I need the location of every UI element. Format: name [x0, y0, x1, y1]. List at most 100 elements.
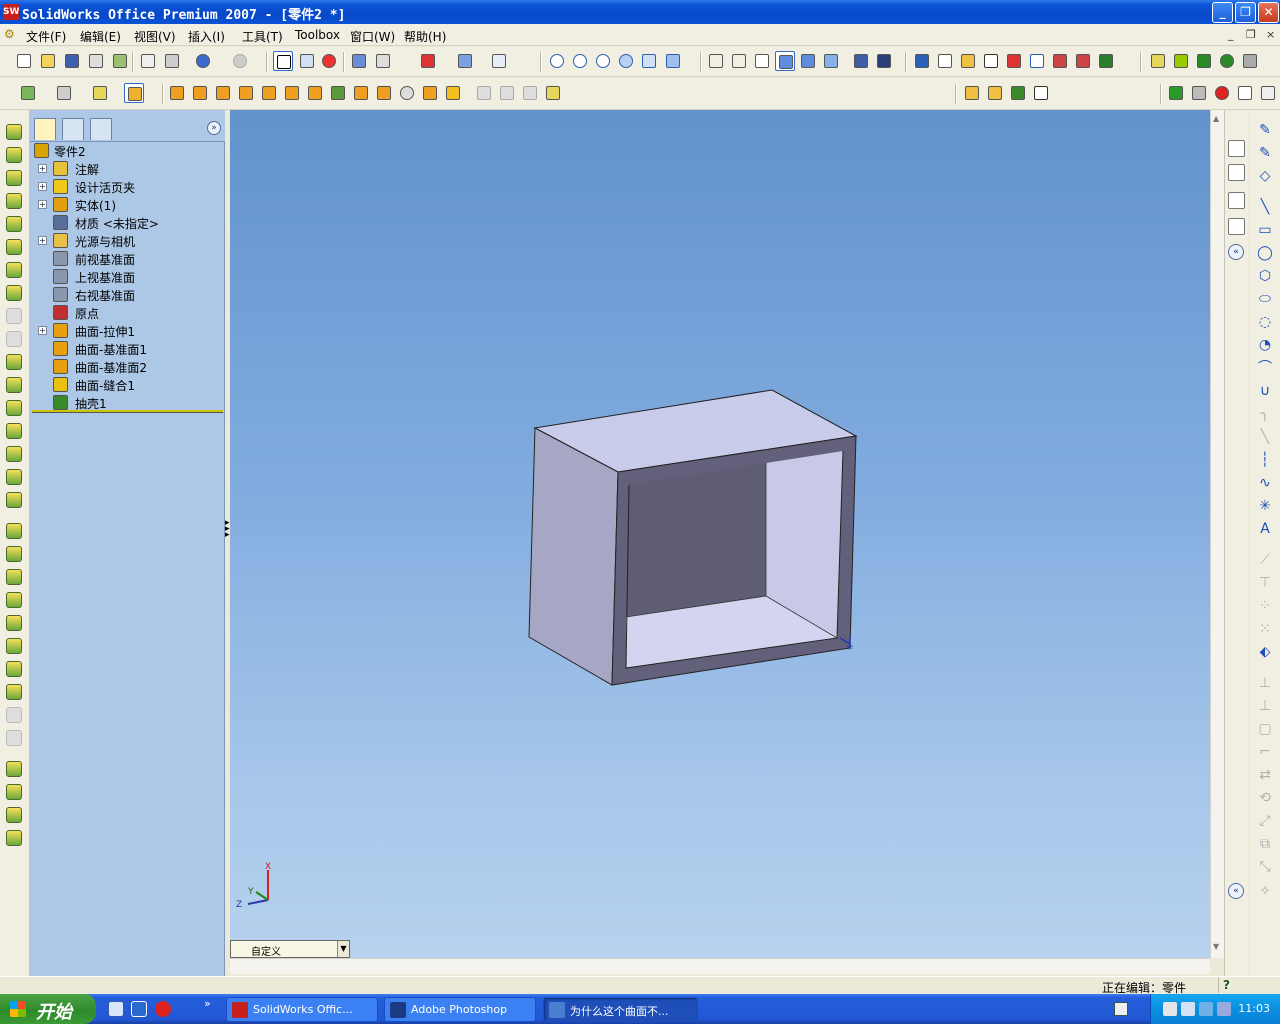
ruled-surface-icon[interactable] [351, 83, 371, 103]
mdi-minimize-button[interactable]: _ [1228, 28, 1234, 41]
zoom-in-out-icon[interactable] [593, 51, 613, 71]
offset-surface-icon[interactable] [328, 83, 348, 103]
menu-file[interactable]: 文件(F) [26, 28, 66, 45]
menu-insert[interactable]: 插入(I) [188, 28, 225, 45]
feature-statistics-icon[interactable] [1096, 51, 1116, 71]
centerpoint-arc-icon[interactable]: ◔ [1257, 337, 1273, 353]
mass-properties-icon[interactable] [935, 51, 955, 71]
vertical-scrollbar[interactable]: ▲ ▼ [1210, 110, 1224, 958]
tangent-arc-icon[interactable]: ∪ [1257, 383, 1273, 399]
check-icon[interactable] [981, 51, 1001, 71]
view-orientation-dropdown[interactable]: 自定义 ▼ [230, 940, 350, 958]
clock[interactable]: 11:03 [1238, 1002, 1270, 1015]
swept-cut-icon[interactable] [6, 262, 22, 278]
menu-edit[interactable]: 编辑(E) [80, 28, 121, 45]
smart-dimension-icon[interactable]: ◇ [1257, 168, 1273, 184]
delete-face-icon[interactable] [397, 83, 417, 103]
chevron-down-icon[interactable]: ▼ [337, 941, 349, 957]
tree-node[interactable]: + 实体(1) [38, 196, 218, 214]
new-macro-icon[interactable] [1235, 83, 1255, 103]
partial-ellipse-icon[interactable]: ◌ [1257, 314, 1273, 330]
curve-pattern-icon[interactable] [6, 830, 22, 846]
loft-surface-icon[interactable] [236, 83, 256, 103]
menu-window[interactable]: 窗口(W) [350, 28, 395, 45]
add-relation-icon[interactable]: ⊥ [1257, 675, 1273, 691]
zoom-to-fit-icon[interactable] [547, 51, 567, 71]
printer-icon[interactable] [162, 51, 182, 71]
macro-run-icon[interactable] [1166, 83, 1186, 103]
tree-node[interactable]: 上视基准面 [38, 268, 218, 286]
properties-icon[interactable] [489, 51, 509, 71]
deform-icon[interactable] [6, 423, 22, 439]
undo-icon[interactable] [193, 51, 213, 71]
select-filter-icon[interactable] [297, 51, 317, 71]
macro-stop-icon[interactable] [1189, 83, 1209, 103]
flex-icon[interactable] [6, 446, 22, 462]
convert-entities-icon[interactable]: ⬖ [1257, 644, 1273, 660]
rib-icon[interactable] [6, 569, 22, 585]
fillet-feature-icon[interactable] [6, 523, 22, 539]
move-entities-icon[interactable]: ⇄ [1257, 767, 1273, 783]
expand-toggle-icon[interactable]: + [38, 200, 47, 209]
replace-face-icon[interactable] [420, 83, 440, 103]
grid-options-icon[interactable] [349, 51, 369, 71]
spline-icon[interactable]: ∿ [1257, 475, 1273, 491]
extend-surface-icon[interactable] [474, 83, 494, 103]
linear-pattern-icon[interactable] [6, 761, 22, 777]
print-preview-icon[interactable] [138, 51, 158, 71]
sketch-fillet-icon[interactable]: ╮ [1257, 406, 1273, 422]
stretch-entities-icon[interactable]: ⤡ [1257, 859, 1273, 875]
mirror-entities-icon[interactable]: ⌐ [1257, 744, 1273, 760]
quick-launch-overflow[interactable]: » [204, 997, 211, 1010]
draft-icon[interactable] [6, 615, 22, 631]
circular-sketch-pattern-icon[interactable]: ⁙ [1257, 621, 1273, 637]
pan-icon[interactable] [639, 51, 659, 71]
tree-node[interactable]: 曲面-基准面2 [38, 358, 218, 376]
section-properties-icon[interactable] [958, 51, 978, 71]
trim-entities-icon[interactable]: ⟋ [1257, 552, 1273, 568]
extruded-cut-icon[interactable] [6, 216, 22, 232]
menu-tools[interactable]: 工具(T) [242, 28, 283, 45]
mdi-restore-button[interactable]: ❐ [1246, 28, 1256, 41]
edit-macro-icon[interactable] [1258, 83, 1278, 103]
shaded-icon[interactable] [798, 51, 818, 71]
dimension-dropdown-icon[interactable] [90, 83, 110, 103]
start-button[interactable]: 开始 [0, 994, 96, 1024]
design-library-icon[interactable] [1228, 164, 1245, 181]
reference-axis-icon[interactable] [1171, 51, 1191, 71]
three-point-arc-icon[interactable]: ⌒ [1257, 360, 1273, 376]
thicken-cut-icon[interactable] [6, 308, 22, 324]
untrim-surface-icon[interactable] [520, 83, 540, 103]
select-arrow-icon[interactable] [273, 51, 293, 71]
circle-icon[interactable]: ◯ [1257, 245, 1273, 261]
tab-configuration-manager[interactable] [90, 118, 112, 140]
restore-button[interactable]: ❐ [1235, 2, 1256, 23]
tray-app-icon[interactable] [1199, 1002, 1213, 1016]
rollback-bar[interactable] [32, 410, 223, 413]
help-icon[interactable]: ? [1218, 978, 1234, 993]
tree-node[interactable]: 材质 <未指定> [38, 214, 218, 232]
split-line-icon[interactable] [1031, 83, 1051, 103]
mirror-icon[interactable] [6, 807, 22, 823]
display-style-dropdown-icon[interactable] [18, 83, 38, 103]
tree-node[interactable]: + 曲面-拉伸1 [38, 322, 218, 340]
menu-toolbox[interactable]: Toolbox [295, 28, 340, 42]
menu-help[interactable]: 帮助(H) [404, 28, 446, 45]
horizontal-scrollbar[interactable] [230, 958, 1210, 974]
window-layout-icon[interactable] [455, 51, 475, 71]
rebuild-traffic-light-icon[interactable] [319, 51, 339, 71]
swept-boss-icon[interactable] [6, 170, 22, 186]
configuration-dropdown-icon[interactable] [54, 83, 74, 103]
3d-model-icon[interactable] [418, 51, 438, 71]
simple-hole-icon[interactable] [6, 661, 22, 677]
close-button[interactable]: ✕ [1258, 2, 1279, 23]
centerline-icon[interactable]: ╲ [1257, 429, 1273, 445]
sketch-text-icon[interactable]: A [1257, 521, 1273, 537]
cut-with-surface-icon[interactable] [6, 331, 22, 347]
redo-icon[interactable] [230, 51, 250, 71]
rotate-view-icon[interactable] [616, 51, 636, 71]
offset-entities-icon[interactable]: ▢ [1257, 721, 1273, 737]
dome-icon[interactable] [6, 377, 22, 393]
extend-entities-icon[interactable]: ⊤ [1257, 575, 1273, 591]
quick-launch-app-icon[interactable] [131, 1001, 147, 1017]
